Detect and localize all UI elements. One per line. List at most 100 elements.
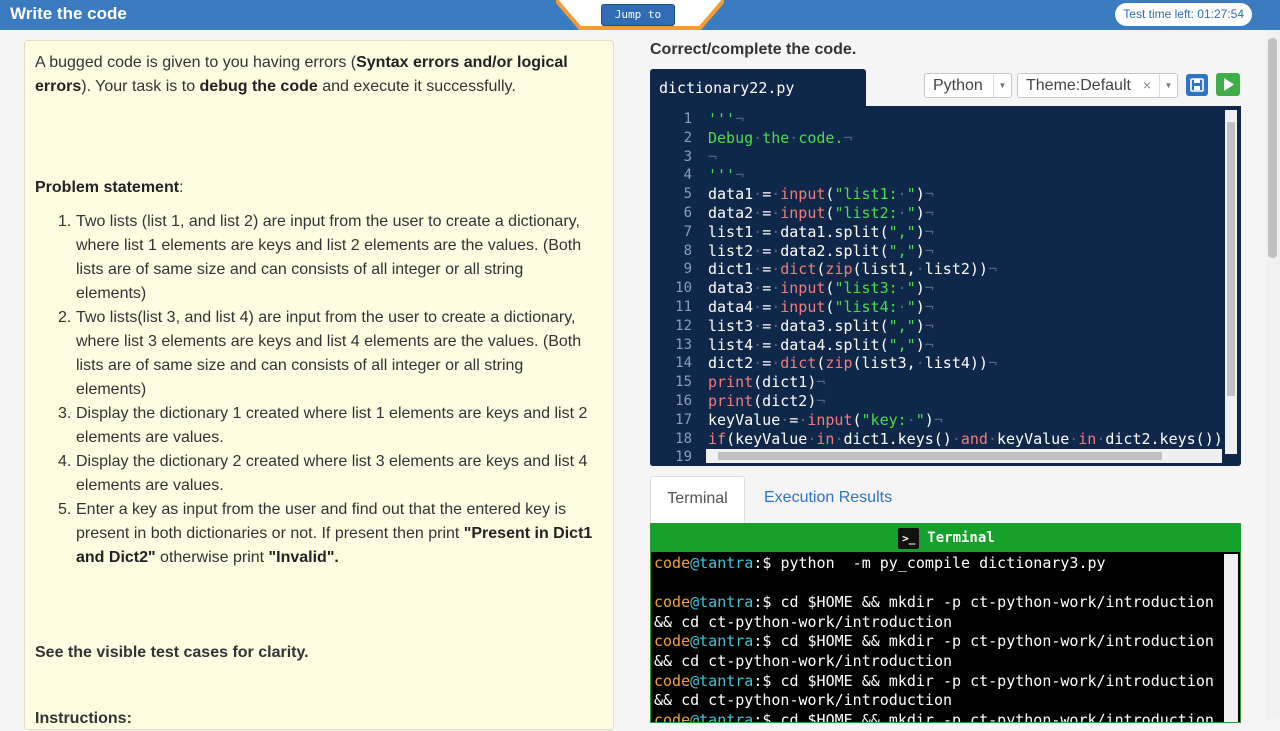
terminal-line: code@tantra:$ cd $HOME && mkdir -p ct-py… — [654, 632, 1222, 671]
code-line[interactable]: 9 dict1·=·dict(zip(list1,·list2))¬ — [650, 260, 1225, 279]
page-scrollbar[interactable] — [1265, 30, 1280, 719]
problem-intro: A bugged code is given to you having err… — [35, 51, 605, 99]
line-number: 15 — [675, 374, 692, 391]
terminal-title: Terminal — [927, 530, 995, 546]
prompt-host: @tantra — [690, 710, 754, 723]
scroll-thumb[interactable] — [1227, 122, 1235, 396]
clear-icon[interactable]: × — [1143, 74, 1151, 97]
prompt-suffix: :$ — [753, 632, 781, 651]
prompt-host: @tantra — [690, 554, 754, 572]
code-text: data1·=·input("list1:·")¬ — [708, 185, 934, 204]
terminal-icon: >_ — [898, 527, 920, 549]
line-number: 13 — [675, 336, 692, 353]
language-select[interactable]: Python ▼ — [924, 73, 1012, 98]
code-text: data2·=·input("list2:·")¬ — [708, 204, 934, 222]
code-line[interactable]: 5 data1·=·input("list1:·")¬ — [650, 185, 1225, 204]
code-line[interactable]: 14 dict2·=·dict(zip(list3,·list4))¬ — [650, 354, 1225, 373]
code-text: dict1·=·dict(zip(list1,·list2))¬ — [708, 260, 997, 279]
code-line[interactable]: 18 if(keyValue·in·dict1.keys()·and·keyVal… — [650, 430, 1225, 449]
file-tab[interactable]: dictionary22.py — [650, 69, 866, 107]
floppy-disk-icon — [1190, 78, 1204, 92]
code-line[interactable]: 13 list4·=·data4.split(",")¬ — [650, 336, 1225, 355]
theme-value: Theme:Default — [1026, 77, 1131, 94]
list-item: 3. Display the dictionary 1 created where… — [35, 402, 597, 450]
tab-terminal[interactable]: Terminal — [650, 476, 745, 524]
list-item: 1. Two lists (list 1, and list 2) are inp… — [35, 210, 597, 306]
code-line[interactable]: 11 data4·=·input("list4:·")¬ — [650, 298, 1225, 317]
terminal-scrollbar[interactable] — [1224, 554, 1238, 722]
page-title: Write the code — [10, 4, 127, 23]
code-text: keyValue·=·input("key:·")¬ — [708, 410, 943, 429]
top-bar: Write the code Jump to Test time left: 0… — [0, 0, 1280, 30]
code-line[interactable]: 8 list2·=·data2.split(",")¬ — [650, 242, 1225, 261]
editor-horizontal-scrollbar[interactable] — [706, 449, 1222, 463]
code-line[interactable]: 7 list1·=·data1.split(",")¬ — [650, 223, 1225, 242]
code-text: list4·=·data4.split(",")¬ — [708, 335, 934, 354]
line-number: 16 — [675, 393, 692, 409]
colon: : — [179, 179, 184, 196]
code-line[interactable]: 6 data2·=·input("list2:·")¬ — [650, 204, 1225, 223]
code-text: data3·=·input("list3:·")¬ — [708, 279, 934, 298]
code-text: if(keyValue·in·dict1.keys()·and·keyValue… — [708, 429, 1223, 448]
language-value: Python — [933, 77, 983, 94]
save-button[interactable] — [1186, 74, 1208, 96]
terminal-header: >_ Terminal — [651, 524, 1240, 552]
code-line[interactable]: 3 ¬ — [650, 148, 1225, 167]
code-line[interactable]: 4 '''¬ — [650, 166, 1225, 185]
item-text: Display the dictionary 1 created where l… — [76, 405, 588, 446]
terminal-line: code@tantra:$ python -m py_compile dicti… — [654, 554, 1222, 574]
item-text: Two lists(list 3, and list 4) are input … — [76, 309, 582, 398]
terminal-output[interactable]: code@tantra:$ python -m py_compile dicti… — [654, 554, 1222, 723]
code-line[interactable]: 15 print(dict1)¬ — [650, 373, 1225, 392]
editor-vertical-scrollbar[interactable] — [1225, 110, 1237, 454]
scroll-thumb[interactable] — [718, 452, 1162, 460]
editor-heading: Correct/complete the code. — [650, 41, 857, 58]
code-line[interactable]: 10 data3·=·input("list3:·")¬ — [650, 279, 1225, 298]
code-line[interactable]: 1 '''¬ — [650, 110, 1225, 129]
problem-statement-label: Problem statement — [35, 179, 180, 196]
prompt-suffix: :$ — [753, 671, 781, 690]
terminal-line: code@tantra:$ cd $HOME && mkdir -p ct-py… — [654, 710, 1222, 723]
intro-text: and execute it successfully. — [317, 78, 516, 95]
terminal-panel[interactable]: >_ Terminal code@tantra:$ python -m py_co… — [650, 523, 1241, 723]
code-text: '''¬ — [708, 166, 745, 185]
invalid-output-text: "Invalid". — [268, 549, 339, 566]
line-number: 19 — [675, 449, 692, 466]
see-visible-note: See the visible test cases for clarity. — [35, 644, 309, 661]
code-line[interactable]: 17 keyValue·=·input("key:·")¬ — [650, 411, 1225, 430]
code-line[interactable]: 16 print(dict2)¬ — [650, 392, 1225, 411]
code-editor[interactable]: 1 '''¬ 2 Debug·the·code.¬ 3 ¬ 4 '''¬ 5 data1·… — [650, 106, 1241, 466]
code-line[interactable]: 2 Debug·the·code.¬ — [650, 129, 1225, 148]
item-text: Display the dictionary 2 created where l… — [76, 453, 588, 494]
list-item: 2. Two lists(list 3, and list 4) are inpu… — [35, 306, 597, 402]
terminal-line: code@tantra:$ cd $HOME && mkdir -p ct-py… — [654, 593, 1222, 632]
line-number: 8 — [683, 242, 692, 259]
prompt-host: @tantra — [690, 632, 754, 651]
prompt-suffix: :$ — [753, 710, 781, 723]
terminal-command: python -m py_compile dictionary3.py — [780, 554, 1106, 572]
chevron-down-icon[interactable]: ▼ — [1159, 74, 1177, 97]
intro-bold-debug: debug the code — [199, 78, 318, 95]
theme-select[interactable]: Theme:Default × ▼ — [1017, 73, 1178, 98]
code-text: data4·=·input("list4:·")¬ — [708, 298, 934, 316]
prompt-user: code — [654, 710, 691, 723]
code-line[interactable]: 12 list3·=·data3.split(",")¬ — [650, 317, 1225, 336]
run-button[interactable] — [1216, 73, 1240, 96]
jump-to-button[interactable]: Jump to — [601, 4, 675, 26]
line-number: 7 — [683, 223, 692, 240]
code-text: print(dict1)¬ — [708, 373, 826, 392]
line-number: 17 — [675, 411, 692, 428]
intro-text: ). Your task is to — [81, 78, 200, 95]
intro-text: A bugged code is given to you having err… — [35, 54, 357, 71]
tab-execution-results[interactable]: Execution Results — [764, 489, 892, 507]
item-number: 5. — [58, 501, 72, 518]
play-icon — [1224, 78, 1234, 91]
prompt-user: code — [654, 554, 691, 572]
code-text: print(dict2)¬ — [708, 392, 826, 410]
time-left-badge: Test time left: 01:27:54 — [1115, 3, 1252, 26]
terminal-line: code@tantra:$ cd $HOME && mkdir -p ct-py… — [654, 672, 1222, 711]
scroll-thumb[interactable] — [1268, 38, 1277, 258]
chevron-down-icon[interactable]: ▼ — [993, 74, 1011, 97]
line-number: 9 — [683, 261, 692, 278]
